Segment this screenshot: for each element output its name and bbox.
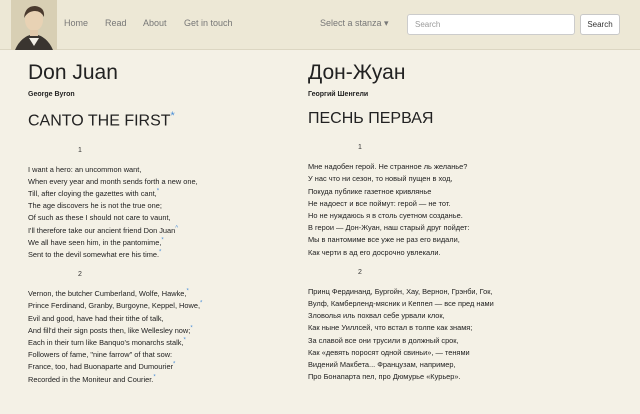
work-title: Don Juan	[28, 61, 118, 84]
stanza-select-dropdown[interactable]: Select a stanza ▾	[320, 18, 389, 29]
note-marker[interactable]: *	[200, 301, 202, 307]
verse-line: Как «девять поросят одной свиньи», — тен…	[308, 347, 470, 357]
verse-line: France, too, had Buonaparte and Dumourie…	[28, 361, 176, 372]
translator-name: Георгий Шенгели	[308, 91, 369, 99]
verse-line: Как черти в ад его досрочно увлекали.	[308, 247, 441, 257]
verse-line: Till, after cloying the gazettes with ca…	[28, 188, 160, 198]
verse-line: Вулф, Камберленд-мясник и Кеппел — все п…	[308, 299, 494, 309]
translation-stanza-2: Принц Фердинанд, Бургойн, Хау, Вернон, Г…	[308, 286, 598, 384]
note-marker[interactable]: *	[173, 362, 175, 368]
canto-heading-translation: ПЕСНЬ ПЕРВАЯ	[308, 110, 434, 128]
nav-read-link[interactable]: Read	[105, 18, 127, 28]
original-text-column: Don Juan George Byron CANTO THE FIRST* 1…	[28, 60, 318, 386]
stanza-2: Vernon, the butcher Cumberland, Wolfe, H…	[28, 288, 318, 386]
stanza-number: 1	[78, 146, 82, 154]
verse-line: Recorded in the Moniteur and Courier.*	[28, 374, 156, 384]
verse-line: Each in their turn like Banquo's monarch…	[28, 337, 186, 347]
note-marker[interactable]: ^	[175, 225, 178, 231]
verse-line: Не надоест и все поймут: герой — не тот.	[308, 198, 451, 208]
verse-line: I'll therefore take our ancient friend D…	[28, 225, 179, 235]
nav-home-link[interactable]: Home	[64, 18, 88, 28]
verse-line: Vernon, the butcher Cumberland, Wolfe, H…	[28, 288, 189, 299]
translation-column: Дон-Жуан Георгий Шенгели ПЕСНЬ ПЕРВАЯ 1 …	[308, 60, 598, 383]
canto-note-marker[interactable]: *	[171, 110, 175, 122]
verse-line: Принц Фердинанд, Бургойн, Хау, Вернон, Г…	[308, 286, 493, 296]
note-marker[interactable]: *	[186, 289, 188, 295]
search-button[interactable]: Search	[580, 14, 620, 35]
verse-line: Покуда публике газетное кривлянье	[308, 186, 432, 196]
author-name: George Byron	[28, 91, 75, 99]
verse-line: Evil and good, have had their tithe of t…	[28, 313, 164, 323]
verse-line: Followers of fame, "nine farrow" of that…	[28, 350, 173, 360]
note-marker[interactable]: *	[153, 374, 155, 380]
byron-portrait-image[interactable]	[11, 0, 57, 50]
note-marker[interactable]: *	[183, 337, 185, 343]
verse-line: Видений Макбета... Французам, например,	[308, 360, 456, 370]
verse-line: Мы в пантомиме все уже не раз его видали…	[308, 235, 460, 245]
verse-line: Как ныне Уиллсей, что встал в толпе как …	[308, 323, 473, 333]
verse-line: Мне надобен герой. Не странное ль желань…	[308, 162, 468, 172]
stanza-number: 2	[78, 271, 82, 279]
verse-line: У нас что ни сезон, то новый пущен в ход…	[308, 174, 453, 184]
verse-line: В герои — Дон-Жуан, наш старый друг пойд…	[308, 223, 470, 233]
canto-heading: CANTO THE FIRST*	[28, 110, 318, 130]
navbar: Home Read About Get in touch Select a st…	[0, 0, 640, 50]
verse-line: The age discovers he is not the true one…	[28, 201, 162, 211]
verse-line: Зловолья иль похвал себе урвали клок,	[308, 311, 445, 321]
verse-line: Of such as these I should not care to va…	[28, 213, 171, 223]
note-marker[interactable]: *	[161, 237, 163, 243]
verse-line: Sent to the devil somewhat ere his time.…	[28, 249, 162, 259]
translation-title: Дон-Жуан	[308, 61, 406, 84]
verse-line: When every year and month sends forth a …	[28, 176, 198, 186]
verse-line: And fill'd their sign posts then, like W…	[28, 325, 193, 335]
nav-contact-link[interactable]: Get in touch	[184, 18, 233, 28]
verse-line: Но не нуждаюсь я в столь суетном создань…	[308, 211, 463, 220]
translation-stanza-1: Мне надобен герой. Не странное ль желань…	[308, 161, 598, 259]
verse-line: I want a hero: an uncommon want,	[28, 164, 142, 174]
verse-line: За славой все они трусили в должный срок…	[308, 335, 459, 345]
verse-line: We all have seen him, in the pantomime,*	[28, 237, 164, 247]
canto-title: CANTO THE FIRST	[28, 112, 171, 130]
note-marker[interactable]: *	[159, 249, 161, 255]
note-marker[interactable]: *	[157, 188, 159, 194]
stanza-number: 2	[358, 268, 362, 276]
note-marker[interactable]: *	[190, 325, 192, 331]
verse-line: Про Бонапарта пел, про Дюмурье «Курьер».	[308, 372, 461, 382]
verse-line: Prince Ferdinand, Granby, Burgoyne, Kepp…	[28, 300, 203, 311]
stanza-number: 1	[358, 144, 362, 152]
stanza-1: I want a hero: an uncommon want, When ev…	[28, 164, 318, 262]
search-input[interactable]	[407, 14, 575, 35]
nav-about-link[interactable]: About	[143, 18, 167, 28]
